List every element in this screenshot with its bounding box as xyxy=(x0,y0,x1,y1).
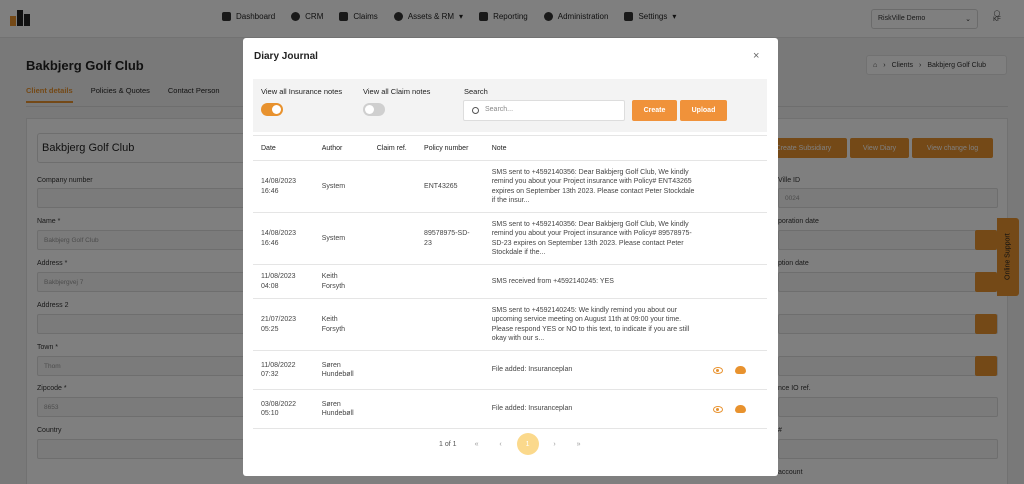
close-icon[interactable]: × xyxy=(753,50,759,62)
cell-policy xyxy=(416,298,484,351)
cell-policy xyxy=(416,350,484,390)
cell-date: 14/08/2023 16:46 xyxy=(253,160,314,213)
table-header-row: Date Author Claim ref. Policy number Not… xyxy=(253,135,767,161)
cell-claim-ref xyxy=(368,264,417,299)
claim-notes-toggle[interactable] xyxy=(363,103,385,116)
create-button[interactable]: Create xyxy=(632,100,677,121)
last-page-button[interactable]: » xyxy=(567,441,591,448)
cell-author: System xyxy=(313,212,369,265)
first-page-button[interactable]: « xyxy=(465,441,489,448)
filter-bar: View all Insurance notes View all Claim … xyxy=(253,79,767,132)
search-icon xyxy=(472,107,479,114)
cell-author: Søren Hundebøll xyxy=(313,389,369,429)
col-note[interactable]: Note xyxy=(483,135,705,161)
table-row[interactable]: 14/08/2023 16:46 System 89578975-SD-23 S… xyxy=(253,212,767,265)
prev-page-button[interactable]: ‹ xyxy=(489,441,513,448)
modal-title: Diary Journal xyxy=(254,51,318,62)
cell-note: File added: Insuranceplan xyxy=(483,389,705,429)
page-info: 1 of 1 xyxy=(439,440,457,448)
next-page-button[interactable]: › xyxy=(543,441,567,448)
cell-note: SMS sent to +4592140245: We kindly remin… xyxy=(483,298,705,351)
col-policy-number[interactable]: Policy number xyxy=(416,135,484,161)
cell-policy xyxy=(416,389,484,429)
table-row[interactable]: 11/08/2023 04:08 Keith Forsyth SMS recei… xyxy=(253,264,767,299)
cell-note: SMS sent to +4592140356: Dear Bakbjerg G… xyxy=(483,212,705,265)
cell-note: File added: Insuranceplan xyxy=(483,350,705,390)
col-date[interactable]: Date xyxy=(253,135,314,161)
cell-note: SMS sent to +4592140356: Dear Bakbjerg G… xyxy=(483,160,705,213)
insurance-notes-toggle[interactable] xyxy=(261,103,283,116)
table-row[interactable]: 11/08/2022 07:32 Søren Hundebøll File ad… xyxy=(253,350,767,390)
cell-date: 21/07/2023 05:25 xyxy=(253,298,314,351)
cell-author: Keith Forsyth xyxy=(313,298,369,351)
cell-policy xyxy=(416,264,484,299)
eye-icon[interactable] xyxy=(712,366,723,374)
cell-note: SMS received from +4592140245: YES xyxy=(483,264,705,299)
cell-claim-ref xyxy=(368,389,417,429)
cell-date: 03/08/2022 05:10 xyxy=(253,389,314,429)
cell-date: 11/08/2023 04:08 xyxy=(253,264,314,299)
table-row[interactable]: 21/07/2023 05:25 Keith Forsyth SMS sent … xyxy=(253,298,767,351)
current-page-button[interactable]: 1 xyxy=(516,433,539,455)
cloud-download-icon[interactable] xyxy=(734,405,746,413)
cell-claim-ref xyxy=(368,350,417,390)
table-row[interactable]: 14/08/2023 16:46 System ENT43265 SMS sen… xyxy=(253,160,767,213)
diary-journal-modal: Diary Journal × View all Insurance notes… xyxy=(243,38,778,476)
cell-policy: ENT43265 xyxy=(416,160,484,213)
cell-author: Keith Forsyth xyxy=(313,264,369,299)
search-label: Search xyxy=(464,87,488,96)
cell-date: 14/08/2023 16:46 xyxy=(253,212,314,265)
cloud-download-icon[interactable] xyxy=(734,366,746,374)
cell-date: 11/08/2022 07:32 xyxy=(253,350,314,390)
col-author[interactable]: Author xyxy=(313,135,369,161)
search-input[interactable]: Search... xyxy=(463,100,625,121)
cell-claim-ref xyxy=(368,212,417,265)
table-row[interactable]: 03/08/2022 05:10 Søren Hundebøll File ad… xyxy=(253,389,767,429)
cell-author: Søren Hundebøll xyxy=(313,350,369,390)
col-actions xyxy=(704,135,767,161)
diary-table: Date Author Claim ref. Policy number Not… xyxy=(253,135,767,429)
cell-author: System xyxy=(313,160,369,213)
cell-claim-ref xyxy=(368,160,417,213)
insurance-notes-label: View all Insurance notes xyxy=(261,87,343,96)
cell-claim-ref xyxy=(368,298,417,351)
upload-button[interactable]: Upload xyxy=(680,100,727,121)
cell-policy: 89578975-SD-23 xyxy=(416,212,484,265)
col-claim-ref[interactable]: Claim ref. xyxy=(368,135,417,161)
pagination: 1 of 1 « ‹ 1 › » xyxy=(439,433,591,455)
eye-icon[interactable] xyxy=(712,405,723,413)
claim-notes-label: View all Claim notes xyxy=(363,87,431,96)
